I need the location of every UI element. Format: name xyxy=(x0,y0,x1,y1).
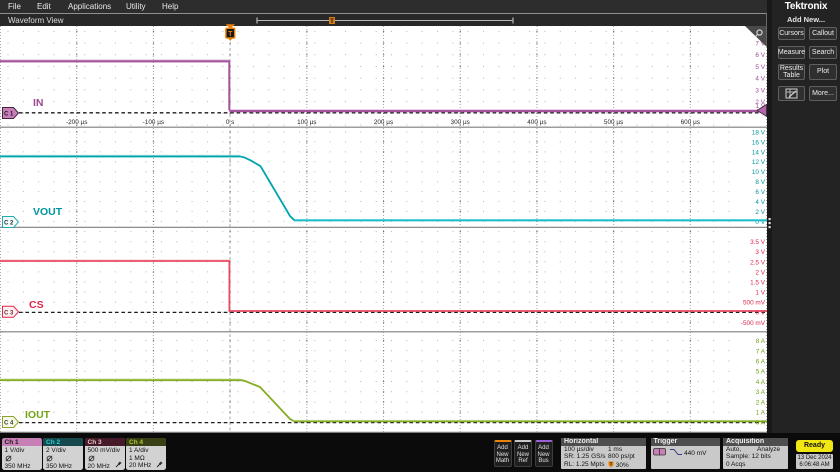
svg-text:T: T xyxy=(228,31,233,38)
svg-text:400 µs: 400 µs xyxy=(527,119,546,126)
svg-text:3 V: 3 V xyxy=(755,249,765,256)
svg-text:-200 µs: -200 µs xyxy=(66,119,87,126)
svg-text:12 V: 12 V xyxy=(752,159,766,166)
svg-text:4 V: 4 V xyxy=(755,76,765,83)
svg-text:VOUT: VOUT xyxy=(33,206,63,218)
svg-text:4 V: 4 V xyxy=(755,199,765,206)
svg-text:T: T xyxy=(330,18,334,25)
svg-text:100 µs: 100 µs xyxy=(297,119,316,126)
svg-text:C 2: C 2 xyxy=(4,221,14,227)
svg-text:1.5 V: 1.5 V xyxy=(750,280,766,287)
svg-text:10 V: 10 V xyxy=(752,169,766,176)
svg-text:600 µs: 600 µs xyxy=(681,119,700,126)
svg-text:3.5 V: 3.5 V xyxy=(750,239,766,246)
svg-text:8 V: 8 V xyxy=(755,179,765,186)
svg-text:C 3: C 3 xyxy=(4,310,14,316)
svg-text:0 s: 0 s xyxy=(226,119,235,126)
svg-text:16 V: 16 V xyxy=(752,139,766,146)
svg-text:2 A: 2 A xyxy=(756,399,766,406)
svg-text:C 4: C 4 xyxy=(4,421,14,427)
svg-text:6 V: 6 V xyxy=(755,52,765,59)
svg-text:500 mV: 500 mV xyxy=(743,300,766,307)
svg-text:8 A: 8 A xyxy=(756,338,766,345)
svg-text:C 1: C 1 xyxy=(4,112,14,118)
svg-text:500 µs: 500 µs xyxy=(604,119,623,126)
svg-text:5 V: 5 V xyxy=(755,64,765,71)
svg-text:3 V: 3 V xyxy=(755,87,765,94)
svg-text:2 V: 2 V xyxy=(755,209,765,216)
svg-text:3 A: 3 A xyxy=(756,389,766,396)
svg-text:6 A: 6 A xyxy=(756,358,766,365)
svg-text:IN: IN xyxy=(33,97,44,109)
svg-text:300 µs: 300 µs xyxy=(451,119,470,126)
svg-text:6 V: 6 V xyxy=(755,189,765,196)
svg-text:1 A: 1 A xyxy=(756,409,766,416)
svg-text:14 V: 14 V xyxy=(752,149,766,156)
svg-text:5 A: 5 A xyxy=(756,369,766,376)
svg-text:200 µs: 200 µs xyxy=(374,119,393,126)
svg-text:-100 µs: -100 µs xyxy=(143,119,164,126)
svg-text:1 V: 1 V xyxy=(755,290,765,297)
svg-text:4 A: 4 A xyxy=(756,379,766,386)
svg-text:IOUT: IOUT xyxy=(25,409,51,421)
svg-text:2 V: 2 V xyxy=(755,269,765,276)
svg-text:7 A: 7 A xyxy=(756,348,766,355)
svg-text:T: T xyxy=(610,461,613,466)
svg-text:2.5 V: 2.5 V xyxy=(750,259,766,266)
svg-text:-500 mV: -500 mV xyxy=(741,320,766,327)
svg-text:CS: CS xyxy=(29,299,44,311)
svg-text:18 V: 18 V xyxy=(752,129,766,136)
svg-text:440 mV: 440 mV xyxy=(684,450,707,457)
